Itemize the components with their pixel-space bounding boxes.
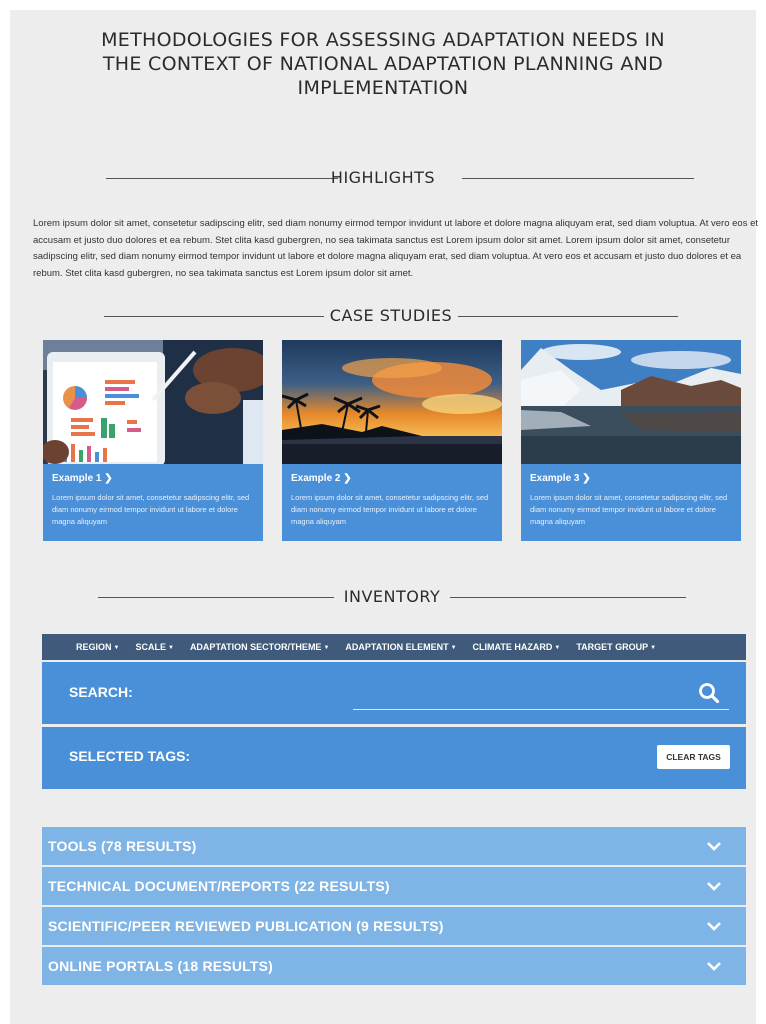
highlights-text: Lorem ipsum dolor sit amet, consetetur s…: [33, 218, 759, 279]
result-category-tools[interactable]: TOOLS (78 RESULTS): [42, 827, 746, 865]
caret-down-icon: ▼: [450, 645, 457, 651]
search-label: SEARCH:: [69, 684, 133, 700]
chevron-down-icon: [707, 962, 721, 971]
search-row: SEARCH:: [42, 662, 746, 724]
case-study-card-3[interactable]: Example 3 ❯ Lorem ipsum dolor sit amet, …: [521, 340, 741, 541]
result-category-technical-documents[interactable]: TECHNICAL DOCUMENT/REPORTS (22 RESULTS): [42, 867, 746, 905]
clear-tags-button[interactable]: CLEAR TAGS: [657, 745, 730, 769]
inventory-heading-label: INVENTORY: [343, 587, 441, 606]
chevron-right-icon: ❯: [104, 473, 113, 484]
filter-bar: REGION ▼ SCALE ▼ ADAPTATION SECTOR/THEME ▼ …: [42, 634, 746, 660]
caret-down-icon: ▼: [167, 645, 174, 651]
selected-tags-row: SELECTED TAGS: CLEAR TAGS: [42, 727, 746, 789]
result-category-online-portals[interactable]: ONLINE PORTALS (18 RESULTS): [42, 947, 746, 985]
selected-tags-label: SELECTED TAGS:: [69, 748, 191, 764]
filter-scale[interactable]: SCALE ▼: [135, 642, 173, 652]
filter-adaptation-sector[interactable]: ADAPTATION SECTOR/THEME ▼: [190, 642, 329, 652]
case-study-text: Lorem ipsum dolor sit amet, consetetur s…: [530, 493, 728, 526]
case-study-title[interactable]: Example 1 ❯: [52, 473, 113, 484]
result-category-scientific-publications[interactable]: SCIENTIFIC/PEER REVIEWED PUBLICATION (9 …: [42, 907, 746, 945]
search-icon[interactable]: [698, 682, 720, 704]
filter-region[interactable]: REGION ▼: [76, 642, 119, 652]
inventory-heading: INVENTORY: [0, 585, 766, 609]
page-title-line-2: THE CONTEXT OF NATIONAL ADAPTATION PLANN…: [102, 53, 664, 75]
page-title-line-1: METHODOLOGIES FOR ASSESSING ADAPTATION N…: [101, 29, 665, 51]
filter-climate-hazard[interactable]: CLIMATE HAZARD ▼: [473, 642, 561, 652]
case-study-card-1[interactable]: Example 1 ❯ Lorem ipsum dolor sit amet, …: [43, 340, 263, 541]
filter-target-group[interactable]: TARGET GROUP ▼: [576, 642, 656, 652]
search-input[interactable]: [353, 682, 729, 710]
page-title-line-3: IMPLEMENTATION: [297, 77, 469, 99]
sunset-palm-image: [282, 340, 502, 464]
results-list: TOOLS (78 RESULTS) TECHNICAL DOCUMENT/RE…: [42, 827, 746, 987]
chevron-down-icon: [707, 842, 721, 851]
page-title: METHODOLOGIES FOR ASSESSING ADAPTATION N…: [0, 28, 766, 100]
chevron-right-icon: ❯: [343, 473, 352, 484]
glacier-lake-image: [521, 340, 741, 464]
case-study-text: Lorem ipsum dolor sit amet, consetetur s…: [291, 493, 489, 526]
caret-down-icon: ▼: [323, 645, 330, 651]
highlights-heading: HIGHLIGHTS: [0, 166, 766, 190]
case-study-text: Lorem ipsum dolor sit amet, consetetur s…: [52, 493, 250, 526]
case-study-card-2[interactable]: Example 2 ❯ Lorem ipsum dolor sit amet, …: [282, 340, 502, 541]
case-study-title[interactable]: Example 2 ❯: [291, 473, 352, 484]
caret-down-icon: ▼: [113, 645, 120, 651]
chevron-right-icon: ❯: [582, 473, 591, 484]
tablet-chart-image: [43, 340, 263, 464]
case-study-title[interactable]: Example 3 ❯: [530, 473, 591, 484]
caret-down-icon: ▼: [554, 645, 561, 651]
chevron-down-icon: [707, 882, 721, 891]
case-studies-heading-label: CASE STUDIES: [329, 306, 453, 325]
caret-down-icon: ▼: [650, 645, 657, 651]
chevron-down-icon: [707, 922, 721, 931]
highlights-heading-label: HIGHLIGHTS: [330, 168, 436, 187]
case-studies-heading: CASE STUDIES: [0, 304, 766, 328]
filter-adaptation-element[interactable]: ADAPTATION ELEMENT ▼: [345, 642, 456, 652]
